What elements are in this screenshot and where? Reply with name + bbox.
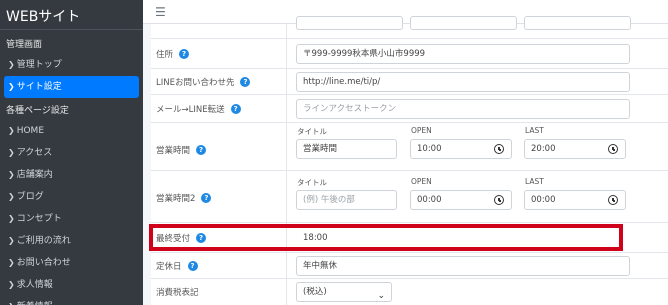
field-label: 営業時間2? bbox=[156, 191, 212, 205]
sidebar-item-label: サイト設定 bbox=[16, 82, 62, 92]
help-icon[interactable]: ? bbox=[201, 193, 212, 203]
column-divider bbox=[286, 279, 287, 305]
hours-title-input[interactable]: 営業時間 bbox=[296, 139, 397, 159]
form-row-line-url: LINEお問い合わせ先? http://line.me/ti/p/ bbox=[151, 68, 668, 94]
column-divider bbox=[286, 123, 287, 170]
holiday-input[interactable]: 年中無休 bbox=[296, 256, 630, 276]
field-label: LINEお問い合わせ先? bbox=[156, 75, 251, 89]
chevron-right-icon: ❯ bbox=[8, 296, 15, 305]
chevron-right-icon: ❯ bbox=[8, 192, 15, 201]
partial-input[interactable] bbox=[524, 16, 631, 30]
sidebar-item-home[interactable]: ❯ HOME bbox=[0, 120, 143, 142]
chevron-right-icon: ❯ bbox=[8, 82, 15, 91]
sidebar-item-label: ご利用の流れ bbox=[16, 236, 71, 246]
field-label: 消費税表記 bbox=[156, 288, 199, 298]
field-label: 定休日? bbox=[156, 259, 198, 273]
column-divider bbox=[286, 24, 287, 38]
sidebar-item-recruit[interactable]: ❯ 求人情報 bbox=[0, 274, 143, 296]
column-divider bbox=[286, 223, 287, 252]
column-divider bbox=[286, 253, 287, 278]
form-row-hours-2: 営業時間2? タイトル (例) 午後の部 OPEN 00:00 LAST 00:… bbox=[151, 170, 668, 222]
sidebar-item-label: ブログ bbox=[16, 192, 44, 202]
sidebar-item-label: 管理トップ bbox=[16, 60, 62, 70]
open-time-input[interactable]: 10:00 bbox=[410, 139, 512, 159]
sidebar-item-access[interactable]: ❯ アクセス bbox=[0, 142, 143, 164]
title-sublabel: タイトル bbox=[297, 178, 327, 187]
sidebar-item-label: 新着情報 bbox=[17, 296, 53, 305]
clock-icon[interactable] bbox=[608, 144, 618, 154]
form-row-tax: 消費税表記 (税込) ⌄ bbox=[151, 278, 668, 305]
column-divider bbox=[286, 39, 287, 68]
brand-title[interactable]: WEBサイト bbox=[0, 0, 143, 30]
chevron-right-icon: ❯ bbox=[8, 258, 15, 267]
sidebar-item-contact[interactable]: ❯ お問い合わせ bbox=[0, 252, 143, 274]
chevron-right-icon: ❯ bbox=[8, 60, 15, 69]
sidebar-item-label: 求人情報 bbox=[16, 280, 53, 290]
sidebar-item-admin-top[interactable]: ❯ 管理トップ bbox=[0, 54, 143, 76]
clock-icon[interactable] bbox=[494, 144, 504, 154]
chevron-down-icon: ⌄ bbox=[377, 291, 385, 301]
help-icon[interactable]: ? bbox=[196, 233, 207, 243]
column-divider bbox=[286, 69, 287, 94]
last-time-input[interactable]: 00:00 bbox=[524, 190, 626, 210]
last-order-input[interactable]: 18:00 bbox=[296, 228, 630, 248]
field-label: 最終受付? bbox=[156, 231, 207, 245]
open-sublabel: OPEN bbox=[411, 126, 432, 135]
help-icon[interactable]: ? bbox=[179, 49, 190, 59]
last-sublabel: LAST bbox=[525, 177, 544, 186]
sidebar-item-label: 店舗案内 bbox=[16, 170, 53, 180]
form-row-hours: 営業時間? タイトル 営業時間 OPEN 10:00 LAST 20:00 bbox=[151, 122, 668, 170]
open-time-input[interactable]: 00:00 bbox=[410, 190, 512, 210]
help-icon[interactable]: ? bbox=[196, 145, 207, 155]
sidebar-item-label: コンセプト bbox=[16, 214, 62, 224]
open-sublabel: OPEN bbox=[411, 177, 432, 186]
chevron-right-icon: ❯ bbox=[8, 170, 15, 179]
nav-header-pages: 各種ページ設定 bbox=[6, 106, 69, 116]
sidebar-item-news[interactable]: ❯新着情報 bbox=[0, 296, 143, 305]
field-label: メール→LINE転送? bbox=[156, 102, 241, 116]
column-divider bbox=[286, 95, 287, 122]
sidebar-item-store-info[interactable]: ❯ 店舗案内 bbox=[0, 164, 143, 186]
form-row-mail-line: メール→LINE転送? ラインアクセストークン bbox=[151, 94, 668, 122]
sidebar-item-blog[interactable]: ❯ ブログ bbox=[0, 186, 143, 208]
chevron-right-icon: ❯ bbox=[8, 214, 15, 223]
chevron-right-icon: ❯ bbox=[8, 148, 15, 157]
field-label: 営業時間? bbox=[156, 143, 207, 157]
sidebar-item-label: お問い合わせ bbox=[16, 258, 71, 268]
sidebar-item-concept[interactable]: ❯ コンセプト bbox=[0, 208, 143, 230]
column-divider bbox=[286, 171, 287, 222]
line-url-input[interactable]: http://line.me/ti/p/ bbox=[296, 72, 630, 92]
last-sublabel: LAST bbox=[525, 126, 544, 135]
clock-icon[interactable] bbox=[494, 195, 504, 205]
help-icon[interactable]: ? bbox=[240, 77, 251, 87]
hours2-title-input[interactable]: (例) 午後の部 bbox=[296, 190, 397, 210]
sidebar: WEBサイト 管理画面 ❯ 管理トップ ❯ サイト設定 各種ページ設定 ❯ HOME … bbox=[0, 0, 143, 305]
sidebar-item-site-settings[interactable]: ❯ サイト設定 bbox=[4, 76, 139, 98]
last-time-input[interactable]: 20:00 bbox=[524, 139, 626, 159]
sidebar-item-flow[interactable]: ❯ ご利用の流れ bbox=[0, 230, 143, 252]
field-label: 住所? bbox=[156, 47, 190, 61]
chevron-right-icon: ❯ bbox=[8, 126, 15, 135]
clock-icon[interactable] bbox=[608, 195, 618, 205]
help-icon[interactable]: ? bbox=[230, 104, 241, 114]
chevron-right-icon: ❯ bbox=[8, 280, 15, 289]
title-sublabel: タイトル bbox=[297, 127, 327, 136]
partial-input[interactable] bbox=[410, 16, 517, 30]
form-row-holiday: 定休日? 年中無休 bbox=[151, 252, 668, 278]
sidebar-item-label: HOME bbox=[16, 126, 45, 136]
line-token-input[interactable]: ラインアクセストークン bbox=[296, 99, 630, 119]
sidebar-item-label: アクセス bbox=[16, 148, 53, 158]
hamburger-icon[interactable]: ☰ bbox=[155, 5, 166, 19]
main-content: 住所? 〒999-9999秋本県小山市9999 LINEお問い合わせ先? htt… bbox=[143, 16, 668, 305]
partial-row bbox=[151, 16, 668, 38]
nav-header-admin: 管理画面 bbox=[6, 40, 43, 50]
tax-select[interactable]: (税込) ⌄ bbox=[296, 282, 392, 302]
help-icon[interactable]: ? bbox=[187, 261, 198, 271]
partial-input[interactable] bbox=[296, 16, 403, 30]
form-row-address: 住所? 〒999-9999秋本県小山市9999 bbox=[151, 38, 668, 68]
chevron-right-icon: ❯ bbox=[8, 236, 15, 245]
address-input[interactable]: 〒999-9999秋本県小山市9999 bbox=[296, 44, 630, 64]
form-row-last-order: 最終受付? 18:00 bbox=[151, 222, 668, 252]
